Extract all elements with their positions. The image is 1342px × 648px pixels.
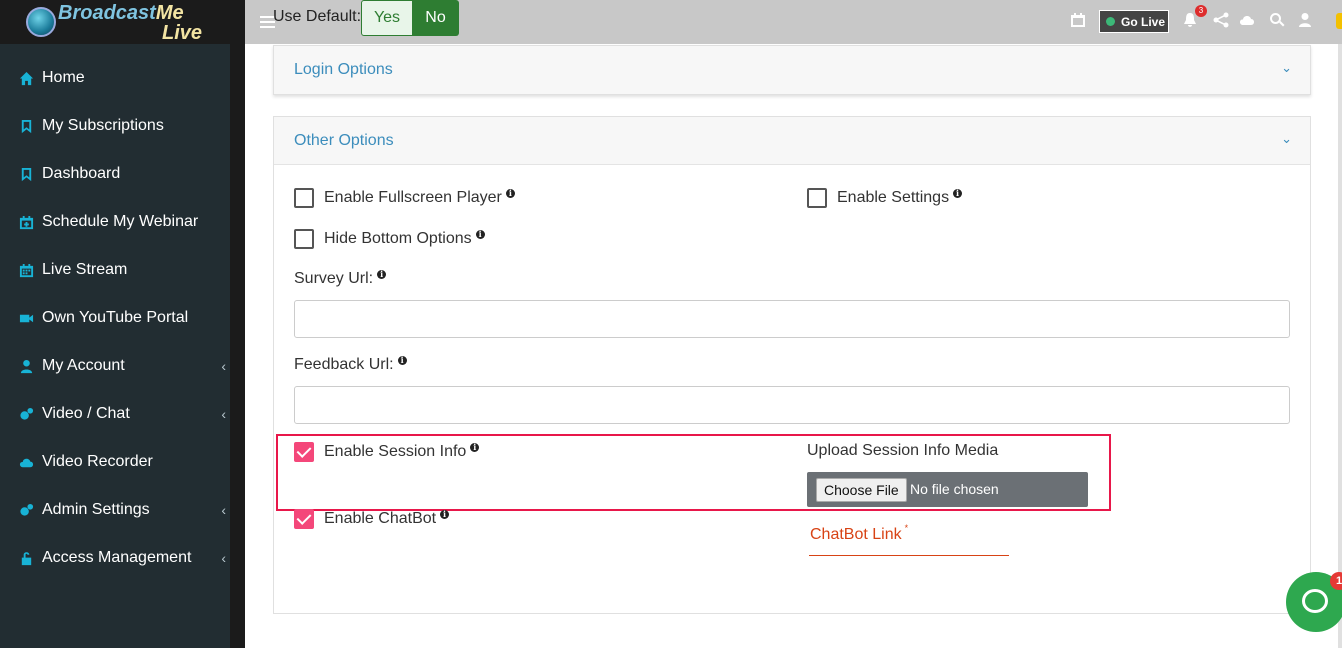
hide-bottom-options-label: Hide Bottom Options i xyxy=(324,230,485,248)
calendar-icon[interactable] xyxy=(1070,12,1088,30)
bookmark-icon xyxy=(18,166,34,182)
cogs-icon xyxy=(18,502,34,518)
brand-logo[interactable]: BroadcastMe Live xyxy=(0,0,230,44)
chatbot-link-input[interactable] xyxy=(809,555,1009,556)
sidebar-item-label: My Account xyxy=(42,357,125,374)
chevron-left-icon: ‹ xyxy=(221,550,226,566)
panel-title: Login Options xyxy=(294,61,393,78)
calendar-plus-icon xyxy=(18,214,34,230)
sidebar-item-admin-settings[interactable]: Admin Settings ‹ xyxy=(0,486,230,534)
sidebar-item-label: Live Stream xyxy=(42,261,128,278)
info-icon[interactable]: i xyxy=(377,270,387,279)
session-media-file-input[interactable]: Choose File No file chosen xyxy=(807,472,1088,507)
enable-settings-label: Enable Settings i xyxy=(837,189,963,207)
chat-bubble-icon xyxy=(1302,589,1328,613)
sidebar-item-label: Video / Chat xyxy=(42,405,130,422)
sidebar-nav: Home My Subscriptions Dashboard Schedule… xyxy=(0,44,230,582)
sidebar-item-label: Own YouTube Portal xyxy=(42,309,189,326)
search-icon[interactable] xyxy=(1269,12,1287,30)
chevron-down-icon: ⌄ xyxy=(1281,131,1292,146)
other-options-header[interactable]: Other Options ⌄ xyxy=(274,117,1310,165)
fullscreen-player-label: Enable Fullscreen Player i xyxy=(324,189,515,207)
live-status-dot xyxy=(1106,17,1115,26)
choose-file-button[interactable]: Choose File xyxy=(816,478,907,502)
chevron-left-icon: ‹ xyxy=(221,358,226,374)
sidebar-item-home[interactable]: Home xyxy=(0,54,230,102)
upload-session-media-label: Upload Session Info Media xyxy=(807,442,999,459)
cloud-upload-icon[interactable] xyxy=(1239,12,1257,30)
user-icon xyxy=(18,358,34,374)
calendar-icon xyxy=(18,262,34,278)
share-icon[interactable] xyxy=(1213,12,1231,30)
enable-chatbot-checkbox[interactable] xyxy=(294,509,314,529)
login-options-header[interactable]: Login Options ⌄ xyxy=(274,46,1310,94)
scrollbar[interactable] xyxy=(1338,44,1342,648)
bookmark-icon xyxy=(18,118,34,134)
notification-count-badge: 3 xyxy=(1195,5,1207,17)
sidebar: BroadcastMe Live Home My Subscriptions D… xyxy=(0,0,230,648)
feedback-url-label: Feedback Url: i xyxy=(294,356,407,374)
survey-url-input[interactable] xyxy=(294,300,1290,338)
info-icon[interactable]: i xyxy=(953,189,963,198)
sidebar-item-label: Video Recorder xyxy=(42,453,153,470)
fullscreen-player-checkbox[interactable] xyxy=(294,188,314,208)
user-icon[interactable] xyxy=(1297,12,1315,30)
sidebar-item-dashboard[interactable]: Dashboard xyxy=(0,150,230,198)
home-icon xyxy=(18,70,34,86)
hide-bottom-options-checkbox[interactable] xyxy=(294,229,314,249)
sidebar-item-schedule-webinar[interactable]: Schedule My Webinar xyxy=(0,198,230,246)
enable-settings-checkbox[interactable] xyxy=(807,188,827,208)
sidebar-edge xyxy=(230,0,245,648)
info-icon[interactable]: i xyxy=(470,443,480,452)
chevron-down-icon: ⌄ xyxy=(1281,60,1292,75)
go-live-button[interactable]: Go Live xyxy=(1099,10,1169,33)
sidebar-item-label: Access Management xyxy=(42,549,192,566)
sidebar-item-label: My Subscriptions xyxy=(42,117,164,134)
user-avatar-edge[interactable] xyxy=(1336,13,1342,29)
sidebar-item-label: Home xyxy=(42,69,85,86)
sidebar-item-label: Schedule My Webinar xyxy=(42,213,199,230)
survey-url-label: Survey Url: i xyxy=(294,270,387,288)
top-navbar: Use Default: Yes No Go Live 3 xyxy=(245,0,1342,44)
info-icon[interactable]: i xyxy=(440,510,450,519)
enable-session-info-label: Enable Session Info i xyxy=(324,443,480,461)
sidebar-item-live-stream[interactable]: Live Stream xyxy=(0,246,230,294)
globe-icon xyxy=(26,7,56,37)
chatbot-link-label: ChatBot Link * xyxy=(810,523,909,543)
unlock-icon xyxy=(18,550,34,566)
sidebar-item-access-management[interactable]: Access Management ‹ xyxy=(0,534,230,582)
info-icon[interactable]: i xyxy=(505,189,515,198)
use-default-yes-button[interactable]: Yes xyxy=(361,0,413,36)
chat-widget-button[interactable]: 1 xyxy=(1286,572,1342,632)
sidebar-item-label: Dashboard xyxy=(42,165,121,182)
brand-sub: Live xyxy=(162,22,203,44)
sidebar-item-youtube-portal[interactable]: Own YouTube Portal xyxy=(0,294,230,342)
sidebar-item-video-recorder[interactable]: Video Recorder xyxy=(0,438,230,486)
video-camera-icon xyxy=(18,310,34,326)
login-options-panel: Login Options ⌄ xyxy=(273,45,1311,95)
sidebar-item-video-chat[interactable]: Video / Chat ‹ xyxy=(0,390,230,438)
cloud-upload-icon xyxy=(18,454,34,470)
required-marker: * xyxy=(904,523,909,533)
chat-unread-badge: 1 xyxy=(1330,572,1342,590)
brand-name: BroadcastMe xyxy=(58,2,184,24)
enable-chatbot-label: Enable ChatBot i xyxy=(324,510,450,528)
use-default-no-button[interactable]: No xyxy=(412,0,459,36)
info-icon[interactable]: i xyxy=(397,356,407,365)
sidebar-item-my-account[interactable]: My Account ‹ xyxy=(0,342,230,390)
enable-session-info-checkbox[interactable] xyxy=(294,442,314,462)
sidebar-item-label: Admin Settings xyxy=(42,501,150,518)
sidebar-item-my-subscriptions[interactable]: My Subscriptions xyxy=(0,102,230,150)
cogs-icon xyxy=(18,406,34,422)
use-default-label: Use Default: xyxy=(273,8,362,25)
info-icon[interactable]: i xyxy=(475,230,485,239)
chevron-left-icon: ‹ xyxy=(221,406,226,422)
file-status-text: No file chosen xyxy=(910,481,999,497)
panel-title: Other Options xyxy=(294,131,394,149)
feedback-url-input[interactable] xyxy=(294,386,1290,424)
chevron-left-icon: ‹ xyxy=(221,502,226,518)
